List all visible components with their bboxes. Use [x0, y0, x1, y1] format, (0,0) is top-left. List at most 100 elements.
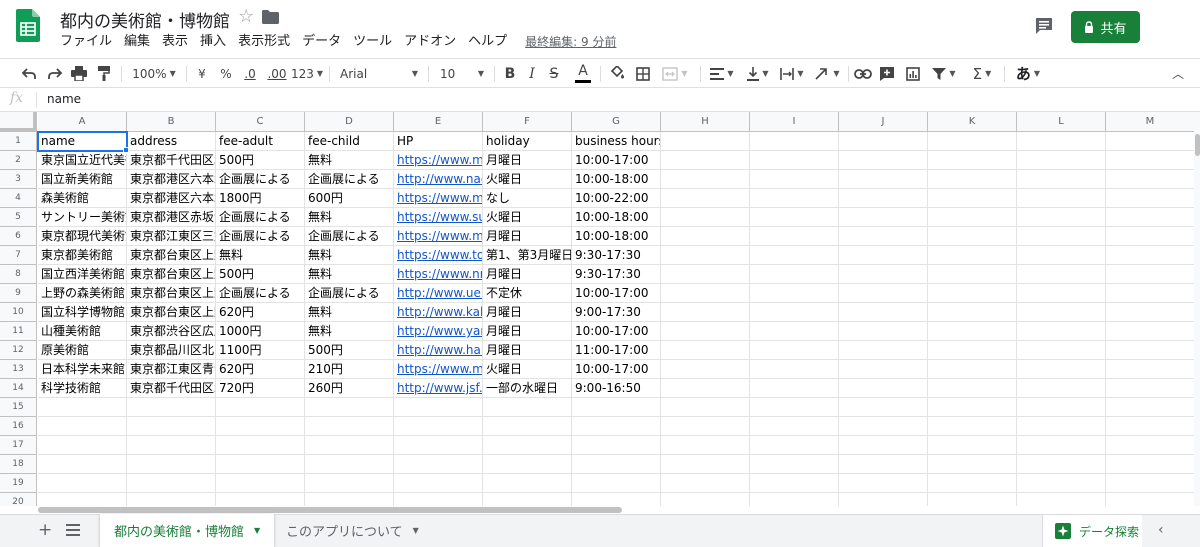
cell-k8[interactable] [928, 265, 1017, 284]
cell-e13[interactable]: https://www.miraikan.jst.go.jp [394, 360, 483, 379]
cell-g2[interactable]: 10:00-17:00 [572, 151, 661, 170]
cell-b7[interactable]: 東京都台東区上野公園 [127, 246, 216, 265]
cell-k7[interactable] [928, 246, 1017, 265]
cell-a13[interactable]: 日本科学未来館 [38, 360, 127, 379]
cell-c14[interactable]: 720円 [216, 379, 305, 398]
cell-k13[interactable] [928, 360, 1017, 379]
cell-l5[interactable] [1017, 208, 1106, 227]
cell-a6[interactable]: 東京都現代美術館 [38, 227, 127, 246]
cell-c17[interactable] [216, 436, 305, 455]
cell-l7[interactable] [1017, 246, 1106, 265]
row-header-5[interactable]: 5 [0, 208, 37, 227]
cell-b19[interactable] [127, 474, 216, 493]
cell-e4[interactable]: https://www.mori.art.museum [394, 189, 483, 208]
cell-j12[interactable] [839, 341, 928, 360]
cell-g17[interactable] [572, 436, 661, 455]
cell-e14[interactable]: http://www.jsf.or.jp [394, 379, 483, 398]
cell-k17[interactable] [928, 436, 1017, 455]
percent-format-button[interactable]: % [216, 59, 236, 88]
cell-c6[interactable]: 企画展による [216, 227, 305, 246]
cell-i18[interactable] [750, 455, 839, 474]
row-header-6[interactable]: 6 [0, 227, 37, 246]
cell-i3[interactable] [750, 170, 839, 189]
cell-g1[interactable]: business hours [572, 132, 661, 151]
row-header-2[interactable]: 2 [0, 151, 37, 170]
cell-m18[interactable] [1106, 455, 1194, 474]
cell-e18[interactable] [394, 455, 483, 474]
italic-button[interactable]: I [522, 59, 542, 88]
cell-b20[interactable] [127, 493, 216, 506]
cell-k4[interactable] [928, 189, 1017, 208]
cell-a5[interactable]: サントリー美術館 [38, 208, 127, 227]
cell-h12[interactable] [661, 341, 750, 360]
cell-m5[interactable] [1106, 208, 1194, 227]
cell-l4[interactable] [1017, 189, 1106, 208]
cell-a2[interactable]: 東京国立近代美術館 [38, 151, 127, 170]
cell-d3[interactable]: 企画展による [305, 170, 394, 189]
row-header-11[interactable]: 11 [0, 322, 37, 341]
cell-a16[interactable] [38, 417, 127, 436]
cell-d12[interactable]: 500円 [305, 341, 394, 360]
cell-e16[interactable] [394, 417, 483, 436]
cell-k5[interactable] [928, 208, 1017, 227]
cell-h6[interactable] [661, 227, 750, 246]
cell-a15[interactable] [38, 398, 127, 417]
decimal-increase-button[interactable]: .00 [264, 59, 290, 88]
collapse-toolbar-icon[interactable]: ︿ [1168, 59, 1188, 88]
cell-f6[interactable]: 月曜日 [483, 227, 572, 246]
cell-f10[interactable]: 月曜日 [483, 303, 572, 322]
cell-c9[interactable]: 企画展による [216, 284, 305, 303]
cell-i9[interactable] [750, 284, 839, 303]
insert-link-icon[interactable] [852, 59, 874, 88]
menu-addons[interactable]: アドオン [404, 33, 456, 53]
strikethrough-button[interactable]: S [544, 59, 564, 88]
cell-d8[interactable]: 無料 [305, 265, 394, 284]
cell-a9[interactable]: 上野の森美術館 [38, 284, 127, 303]
menu-data[interactable]: データ [302, 33, 341, 53]
cell-c16[interactable] [216, 417, 305, 436]
cell-m3[interactable] [1106, 170, 1194, 189]
cell-h2[interactable] [661, 151, 750, 170]
row-header-8[interactable]: 8 [0, 265, 37, 284]
cell-a4[interactable]: 森美術館 [38, 189, 127, 208]
row-header-1[interactable]: 1 [0, 132, 37, 151]
cell-m19[interactable] [1106, 474, 1194, 493]
menu-file[interactable]: ファイル [60, 33, 112, 53]
cell-l14[interactable] [1017, 379, 1106, 398]
cell-k9[interactable] [928, 284, 1017, 303]
cell-f3[interactable]: 火曜日 [483, 170, 572, 189]
cell-m14[interactable] [1106, 379, 1194, 398]
cell-h1[interactable] [661, 132, 750, 151]
cell-l12[interactable] [1017, 341, 1106, 360]
cell-d13[interactable]: 210円 [305, 360, 394, 379]
merge-cells-icon[interactable]: ▼ [658, 59, 692, 88]
cell-a3[interactable]: 国立新美術館 [38, 170, 127, 189]
cell-a19[interactable] [38, 474, 127, 493]
row-header-16[interactable]: 16 [0, 417, 37, 436]
row-header-9[interactable]: 9 [0, 284, 37, 303]
cell-m11[interactable] [1106, 322, 1194, 341]
cell-j20[interactable] [839, 493, 928, 506]
cell-l13[interactable] [1017, 360, 1106, 379]
cell-l3[interactable] [1017, 170, 1106, 189]
comment-icon[interactable] [1034, 16, 1054, 36]
cell-l16[interactable] [1017, 417, 1106, 436]
cell-i10[interactable] [750, 303, 839, 322]
cell-k12[interactable] [928, 341, 1017, 360]
column-header-h[interactable]: H [661, 112, 750, 132]
cell-h11[interactable] [661, 322, 750, 341]
horizontal-scrollbar[interactable] [0, 506, 1200, 514]
vertical-scrollbar[interactable] [1194, 112, 1200, 506]
cell-g7[interactable]: 9:30-17:30 [572, 246, 661, 265]
cell-k2[interactable] [928, 151, 1017, 170]
cell-g12[interactable]: 11:00-17:00 [572, 341, 661, 360]
cell-g18[interactable] [572, 455, 661, 474]
cell-l10[interactable] [1017, 303, 1106, 322]
cell-d2[interactable]: 無料 [305, 151, 394, 170]
cell-b4[interactable]: 東京都港区六本木 [127, 189, 216, 208]
last-edit-link[interactable]: 最終編集: 9 分前 [525, 33, 616, 53]
cell-f15[interactable] [483, 398, 572, 417]
row-header-10[interactable]: 10 [0, 303, 37, 322]
chevron-left-icon[interactable]: ‹ [1158, 522, 1164, 538]
cell-i6[interactable] [750, 227, 839, 246]
